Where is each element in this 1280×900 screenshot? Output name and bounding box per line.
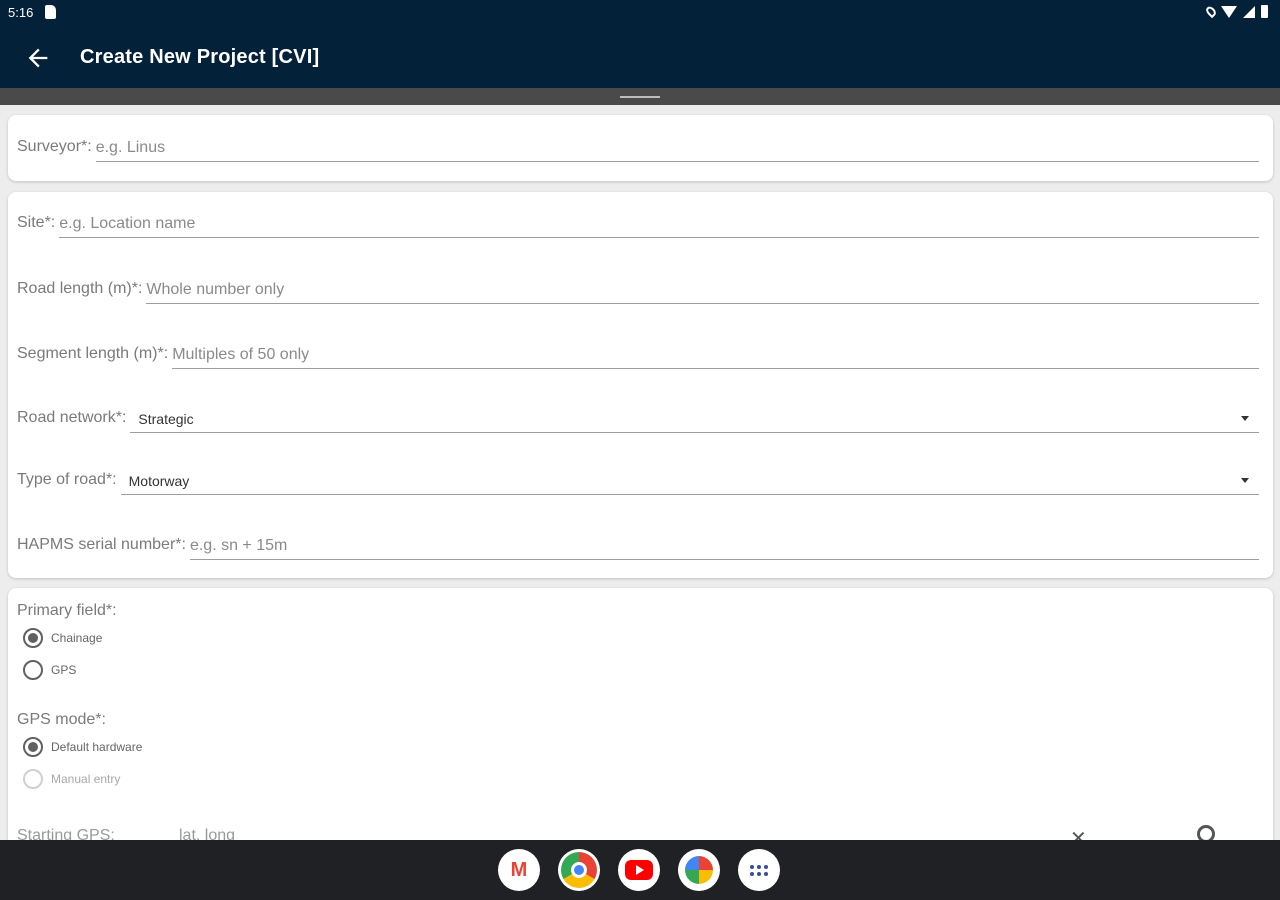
youtube-icon[interactable] (618, 849, 660, 891)
surveyor-label: Surveyor*: (17, 138, 92, 155)
gmail-icon[interactable]: M (498, 849, 540, 891)
site-field: Site*: (17, 208, 1259, 238)
primary-field-label: Primary field*: (17, 602, 117, 619)
site-details-card: Site*: Road length (m)*: Segment length … (8, 192, 1273, 578)
radio-default-hardware-label: Default hardware (51, 740, 143, 754)
road-type-select[interactable]: Motorway (120, 467, 1259, 495)
radio-gps-label: GPS (51, 663, 77, 677)
signal-icon (1243, 5, 1255, 18)
road-length-field: Road length (m)*: (17, 274, 1259, 304)
app-drawer-icon[interactable] (738, 849, 780, 891)
dropdown-caret-icon (1241, 478, 1249, 483)
starting-gps-row: Starting GPS: lat, long ✕ (17, 823, 1257, 840)
page-title: Create New Project [CVI] (80, 46, 320, 68)
location-icon (1204, 4, 1218, 19)
segment-length-field: Segment length (m)*: (17, 339, 1259, 369)
starting-gps-value[interactable]: lat, long (179, 827, 235, 840)
photos-icon[interactable] (678, 849, 720, 891)
road-type-value: Motorway (128, 472, 190, 489)
road-network-field: Road network*: Strategic (17, 403, 1259, 433)
status-bar: 5:16 (0, 0, 1280, 26)
surveyor-card: Surveyor*: (8, 115, 1273, 181)
road-network-value: Strategic (138, 410, 194, 427)
radio-gps[interactable]: GPS (23, 660, 76, 680)
back-arrow-icon[interactable] (24, 44, 52, 72)
radio-button[interactable] (23, 660, 43, 680)
gmail-letter: M (510, 858, 528, 881)
app-dock: M (498, 849, 780, 891)
road-type-label: Type of road*: (17, 471, 117, 488)
chrome-icon[interactable] (558, 849, 600, 891)
app-bar: Create New Project [CVI] (0, 26, 1280, 88)
status-time: 5:16 (8, 5, 34, 20)
road-length-label: Road length (m)*: (17, 280, 143, 297)
sheet-handle-bar[interactable] (0, 88, 1280, 105)
radio-chainage-label: Chainage (51, 631, 103, 645)
radio-chainage[interactable]: Chainage (23, 628, 102, 648)
radio-button-checked[interactable] (23, 737, 43, 757)
youtube-logo (625, 860, 653, 880)
segment-length-label: Segment length (m)*: (17, 345, 169, 362)
sd-card-icon (45, 5, 56, 19)
surveyor-input[interactable] (95, 134, 1259, 162)
hapms-field: HAPMS serial number*: (17, 530, 1259, 560)
form-content[interactable]: Surveyor*: Site*: Road length (m)*: Segm… (0, 105, 1280, 840)
hapms-input[interactable] (189, 532, 1259, 560)
radio-manual-entry-label: Manual entry (51, 772, 121, 786)
road-length-input[interactable] (146, 276, 1259, 304)
navigation-bar: M (0, 840, 1280, 900)
site-label: Site*: (17, 214, 56, 231)
starting-gps-label: Starting GPS: (17, 827, 115, 840)
status-icons (1204, 4, 1268, 19)
segment-length-input[interactable] (172, 341, 1259, 369)
radio-button-checked[interactable] (23, 628, 43, 648)
app-drawer-grid (750, 864, 768, 876)
road-network-label: Road network*: (17, 409, 127, 426)
gps-mode-label: GPS mode*: (17, 711, 106, 728)
radio-default-hardware[interactable]: Default hardware (23, 737, 142, 757)
chrome-logo (561, 852, 597, 888)
radio-button-disabled (23, 769, 43, 789)
clear-icon[interactable]: ✕ (1070, 826, 1087, 840)
photos-logo (685, 856, 713, 884)
surveyor-field: Surveyor*: (17, 132, 1259, 162)
drag-handle[interactable] (620, 96, 660, 98)
battery-icon (1261, 5, 1268, 18)
radio-manual-entry: Manual entry (23, 769, 120, 789)
road-network-select[interactable]: Strategic (130, 405, 1259, 433)
site-input[interactable] (59, 210, 1259, 238)
hapms-label: HAPMS serial number*: (17, 536, 186, 553)
dropdown-caret-icon (1241, 416, 1249, 421)
road-type-field: Type of road*: Motorway (17, 465, 1259, 495)
gps-locate-icon[interactable] (1197, 825, 1215, 840)
gps-settings-card: Primary field*: Chainage GPS GPS mode*: … (8, 588, 1273, 840)
wifi-icon (1221, 5, 1237, 18)
